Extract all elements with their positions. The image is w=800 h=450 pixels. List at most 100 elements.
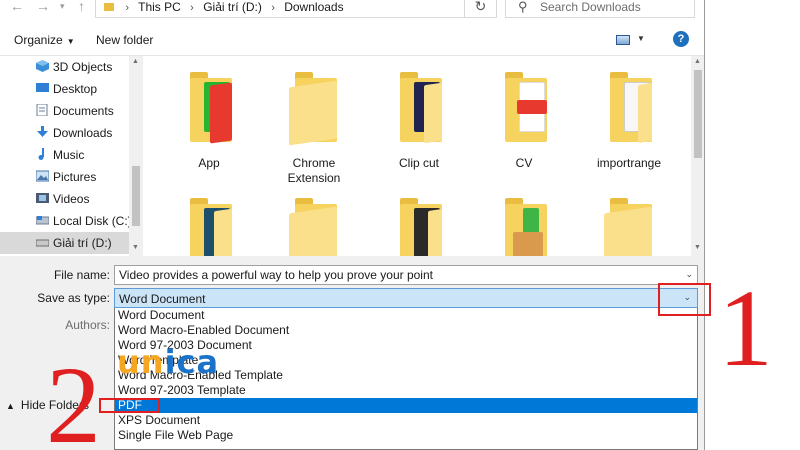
scrollbar-thumb[interactable] [132,166,140,226]
back-arrow-icon[interactable]: ← [10,0,24,13]
breadcrumb-separator-icon: › [190,2,194,14]
file-list: App Chrome Extension Clip cut CV importr… [143,56,704,256]
folder-item[interactable] [166,198,252,256]
help-button[interactable]: ? [673,31,689,47]
breadcrumb-item-this-pc[interactable]: This PC [138,0,181,14]
recent-locations-caret-icon[interactable]: ▾ [60,0,65,12]
folder-clip-icon [394,72,446,144]
sidebar-item-label: Videos [53,192,90,206]
music-note-icon [38,148,44,160]
type-option-word-document[interactable]: Word Document [115,308,697,323]
type-option-pdf[interactable]: PDF [115,398,697,413]
sidebar-item-downloads[interactable]: Downloads [0,122,129,144]
new-folder-button[interactable]: New folder [96,33,153,47]
sidebar-item-label: Desktop [53,82,98,96]
type-option-xps-document[interactable]: XPS Document [115,413,697,428]
folder-icon [499,198,551,256]
folder-item-cv[interactable]: CV [481,72,567,202]
save-as-type-select[interactable]: Word Document ⌄ [114,288,698,308]
folder-item[interactable] [586,198,672,256]
scroll-down-icon[interactable]: ▼ [694,244,701,251]
sidebar-item-label: Music [53,148,85,162]
scroll-down-icon[interactable]: ▼ [132,244,139,251]
search-icon: ⚲ [518,0,528,14]
folder-pdf-icon [499,72,551,142]
breadcrumb-item-drive[interactable]: Giải trí (D:) [203,0,262,14]
type-option-word-macro-document[interactable]: Word Macro-Enabled Document [115,323,697,338]
film-icon [36,193,49,203]
file-name-label: File name: [53,268,110,282]
folder-item-app[interactable]: App [166,72,252,202]
breadcrumb-separator-icon: › [125,2,130,14]
step-number-1: 1 [718,267,773,389]
sidebar-item-videos[interactable]: Videos [0,188,129,210]
folder-small-icon [104,3,114,11]
sidebar-item-label: Local Disk (C:) [53,214,132,228]
organize-button[interactable]: Organize ▼ [14,33,75,47]
navigation-pane: 3D Objects Desktop Documents Downloads M… [0,56,143,256]
chevron-up-icon: ▲ [6,401,15,411]
up-arrow-icon[interactable]: ↑ [78,0,85,13]
folder-doc-icon [604,72,656,143]
type-option-word-97-2003-template[interactable]: Word 97-2003 Template [115,383,697,398]
breadcrumb: › This PC › Giải trí (D:) › Downloads [104,0,344,14]
forward-arrow-icon[interactable]: → [36,0,50,13]
folder-icon [184,198,236,256]
scroll-up-icon[interactable]: ▲ [132,58,139,65]
cube-icon [36,60,49,72]
refresh-icon[interactable]: ↻ [464,0,496,18]
breadcrumb-item-downloads[interactable]: Downloads [284,0,343,14]
folder-name: Chrome Extension [287,156,341,185]
document-icon [36,104,48,116]
save-as-type-value: Word Document [119,292,206,306]
sidebar-item-pictures[interactable]: Pictures [0,166,129,188]
search-input[interactable] [540,0,690,14]
step-number-2: 2 [46,344,101,450]
unica-watermark-logo: unica [117,343,220,381]
sidebar-item-label: Pictures [53,170,97,184]
folder-app-icon [184,72,236,144]
authors-label: Authors: [65,318,110,332]
folder-item[interactable] [481,198,567,256]
annotation-highlight-box [658,283,711,316]
download-arrow-icon [37,126,48,137]
folder-icon [289,72,341,146]
file-name-field[interactable]: ⌄ [114,265,698,285]
sidebar-item-giai-tri[interactable]: Giải trí (D:) [0,232,129,254]
sidebar-item-label: Downloads [53,126,113,140]
sidebar-item-local-disk[interactable]: Local Disk (C:) [0,210,132,232]
organize-label: Organize [14,33,63,47]
folder-item-clip-cut[interactable]: Clip cut [376,72,462,202]
address-row: ← → ▾ ↑ › This PC › Giải trí (D:) › Down… [0,0,704,22]
type-option-single-file-web-page[interactable]: Single File Web Page [115,428,697,443]
desktop-icon [36,83,49,92]
chevron-down-icon[interactable]: ⌄ [685,269,693,280]
address-bar[interactable]: › This PC › Giải trí (D:) › Downloads [95,0,497,18]
sidebar-item-documents[interactable]: Documents [0,100,129,122]
folder-item-chrome-extension[interactable]: Chrome Extension [271,72,357,202]
file-name-input[interactable] [119,268,679,282]
sidebar-scrollbar[interactable]: ▲ ▼ [129,56,143,256]
sidebar-item-label: 3D Objects [53,60,113,74]
screenshot-stage: ← → ▾ ↑ › This PC › Giải trí (D:) › Down… [0,0,800,450]
folder-item[interactable] [271,198,357,256]
chevron-down-icon[interactable]: ▼ [637,34,645,43]
search-box[interactable]: ⚲ [505,0,695,18]
annotation-highlight-box [99,398,160,413]
folder-name: importrange [596,156,662,170]
folder-item-importrange[interactable]: importrange [586,72,672,202]
file-list-scrollbar[interactable]: ▲ ▼ [691,56,704,256]
chevron-down-icon: ▼ [66,37,75,46]
folder-item[interactable] [376,198,462,256]
sidebar-item-3d-objects[interactable]: 3D Objects [0,56,129,78]
sidebar-item-music[interactable]: Music [0,144,129,166]
scroll-up-icon[interactable]: ▲ [694,58,701,65]
folder-name: CV [515,156,533,170]
folder-name: App [198,156,220,170]
folder-icon [394,198,446,256]
drive-icon [36,239,49,247]
view-options-icon[interactable] [616,35,630,45]
sidebar-item-desktop[interactable]: Desktop [0,78,129,100]
scrollbar-thumb[interactable] [694,70,702,158]
sidebar-item-label: Giải trí (D:) [53,236,112,250]
